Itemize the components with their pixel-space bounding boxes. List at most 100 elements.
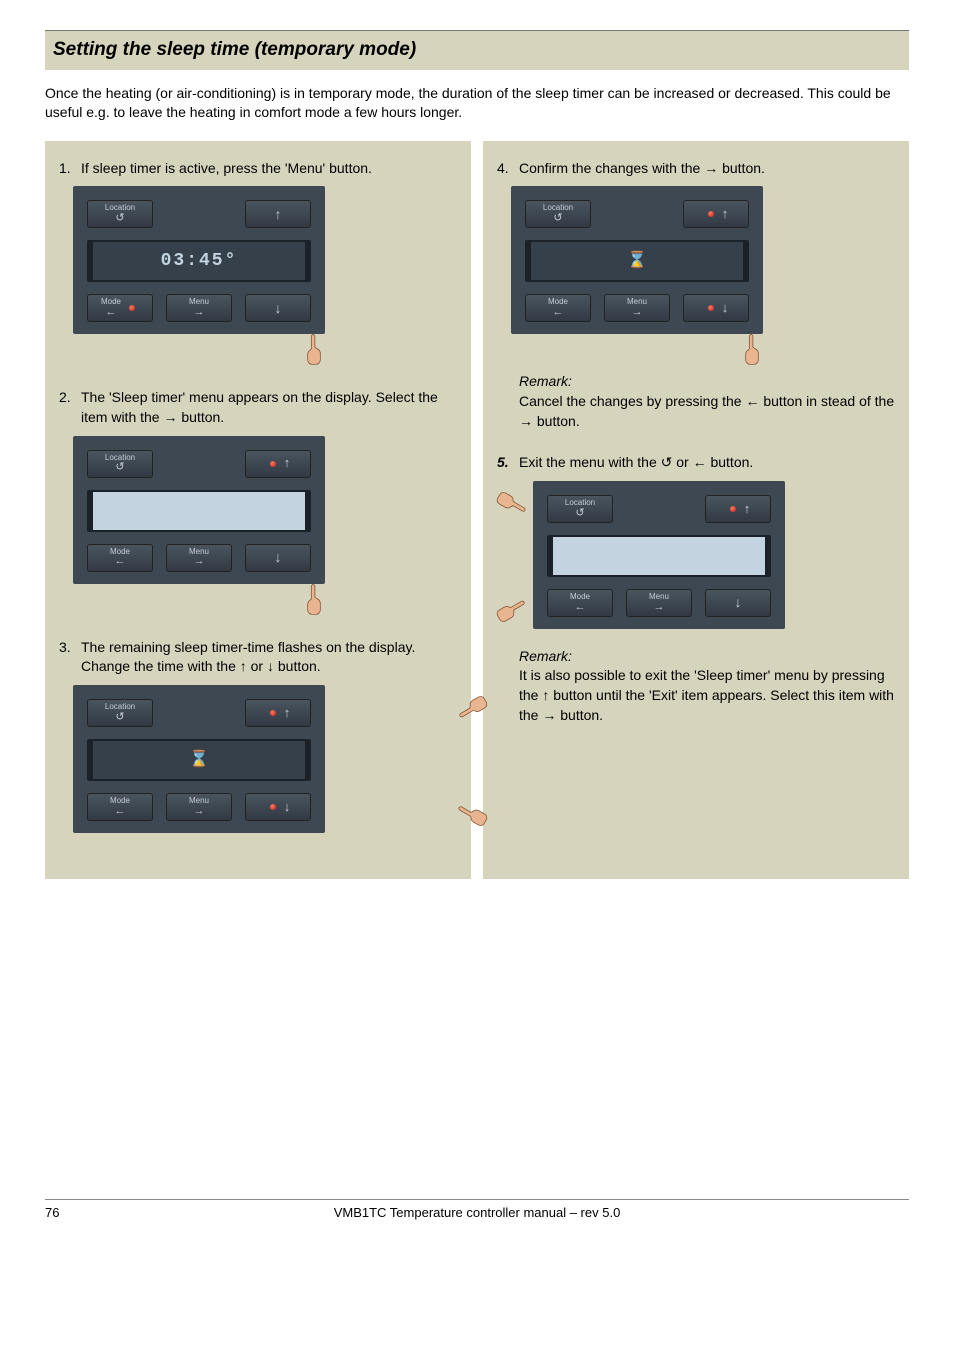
up-arrow-icon: ↑ (275, 207, 282, 222)
two-column-layout: 1. If sleep timer is active, press the '… (45, 141, 909, 879)
step-text: Confirm the changes with the → button. (519, 159, 895, 179)
down-arrow-icon: ↓ (275, 301, 282, 316)
section-title: Setting the sleep time (temporary mode) (53, 37, 901, 64)
menu-button[interactable]: Menu → (166, 793, 232, 821)
document-page: Setting the sleep time (temporary mode) … (0, 0, 954, 1242)
footer-title: VMB1TC Temperature controller manual – r… (115, 1204, 839, 1222)
right-arrow-icon: → (654, 602, 665, 613)
right-arrow-icon: → (194, 556, 205, 567)
section-title-bar: Setting the sleep time (temporary mode) (45, 30, 909, 70)
status-led-icon (270, 804, 276, 810)
pointing-hand-icon (743, 332, 761, 366)
down-button[interactable]: ↓ (683, 294, 749, 322)
up-button[interactable]: ↑ (245, 699, 311, 727)
left-arrow-icon: ← (553, 307, 564, 318)
location-button[interactable]: Location ↺ (87, 699, 153, 727)
up-arrow-icon: ↑ (744, 502, 751, 516)
hourglass-icon: ⌛ (189, 749, 209, 771)
status-led-icon (708, 211, 714, 217)
lcd-display: ⌛ (525, 240, 749, 282)
remark-label: Remark: (519, 648, 572, 664)
step-number: 5. (497, 453, 519, 473)
down-button[interactable]: ↓ (245, 544, 311, 572)
right-arrow-icon: → (194, 806, 205, 817)
location-button[interactable]: Location ↺ (87, 450, 153, 478)
right-column: 4. Confirm the changes with the → button… (483, 141, 909, 879)
pointing-hand-icon (493, 593, 531, 626)
down-arrow-icon: ↓ (284, 800, 291, 814)
step-1: 1. If sleep timer is active, press the '… (59, 159, 457, 367)
page-number: 76 (45, 1204, 115, 1222)
lcd-display: 03:45° (87, 240, 311, 282)
page-footer: 76 VMB1TC Temperature controller manual … (45, 1199, 909, 1222)
step-text: If sleep timer is active, press the 'Men… (81, 159, 457, 179)
menu-button[interactable]: Menu → (626, 589, 692, 617)
up-button[interactable]: ↑ (245, 200, 311, 228)
pointing-hand-icon (493, 487, 531, 520)
mode-button[interactable]: Mode ← (87, 294, 153, 322)
step-2: 2. The 'Sleep timer' menu appears on the… (59, 388, 457, 615)
loop-icon: ↺ (115, 213, 124, 224)
down-button[interactable]: ↓ (245, 294, 311, 322)
mode-button[interactable]: Mode ← (525, 294, 591, 322)
location-button[interactable]: Location ↺ (547, 495, 613, 523)
loop-icon: ↺ (575, 508, 584, 519)
section-intro: Once the heating (or air-conditioning) i… (45, 84, 909, 123)
status-led-icon (270, 710, 276, 716)
down-button[interactable]: ↓ (245, 793, 311, 821)
up-arrow-icon: ↑ (284, 706, 291, 720)
up-arrow-icon: ↑ (722, 207, 729, 221)
loop-icon: ↺ (115, 712, 124, 723)
up-button[interactable]: ↑ (705, 495, 771, 523)
down-arrow-icon: ↓ (275, 550, 282, 565)
location-button[interactable]: Location ↺ (87, 200, 153, 228)
up-button[interactable]: ↑ (683, 200, 749, 228)
step-3: 3. The remaining sleep timer-time flashe… (59, 638, 457, 833)
down-arrow-icon: ↓ (735, 595, 742, 610)
mode-button[interactable]: Mode ← (87, 544, 153, 572)
hourglass-icon: ⌛ (627, 250, 647, 272)
right-arrow-icon: → (632, 307, 643, 318)
step-text: Exit the menu with the ↺ or ← button. (519, 453, 895, 473)
pointing-hand-icon (305, 582, 323, 616)
status-led-icon (730, 506, 736, 512)
menu-button[interactable]: Menu → (166, 544, 232, 572)
step-number: 1. (59, 159, 81, 179)
step-4: 4. Confirm the changes with the → button… (497, 159, 895, 431)
device-panel: Location ↺ ↑ Mode (533, 481, 785, 629)
loop-icon: ↺ (553, 213, 562, 224)
left-arrow-icon: ← (575, 602, 586, 613)
remark-label: Remark: (519, 373, 572, 389)
device-panel: Location ↺ ↑ ⌛ (511, 186, 763, 334)
down-button[interactable]: ↓ (705, 589, 771, 617)
status-led-icon (129, 305, 135, 311)
location-button[interactable]: Location ↺ (525, 200, 591, 228)
remark-text: Cancel the changes by pressing the ← but… (519, 393, 894, 429)
device-panel: Location ↺ ↑ ⌛ (73, 685, 325, 833)
step-number: 2. (59, 388, 81, 427)
left-arrow-icon: ← (115, 806, 126, 817)
down-arrow-icon: ↓ (722, 301, 729, 315)
loop-icon: ↺ (115, 462, 124, 473)
device-panel: Location ↺ ↑ Mode (73, 436, 325, 584)
mode-button[interactable]: Mode ← (87, 793, 153, 821)
step-text: The 'Sleep timer' menu appears on the di… (81, 388, 457, 427)
up-button[interactable]: ↑ (245, 450, 311, 478)
lcd-display: ⌛ (87, 739, 311, 781)
left-column: 1. If sleep timer is active, press the '… (45, 141, 471, 879)
status-led-icon (270, 461, 276, 467)
mode-button[interactable]: Mode ← (547, 589, 613, 617)
step-number: 4. (497, 159, 519, 179)
status-led-icon (708, 305, 714, 311)
remark-block: Remark: It is also possible to exit the … (519, 647, 895, 725)
left-arrow-icon: ← (105, 307, 116, 318)
step-number: 3. (59, 638, 81, 677)
lcd-display (547, 535, 771, 577)
pointing-hand-icon (305, 332, 323, 366)
lcd-display (87, 490, 311, 532)
up-arrow-icon: ↑ (284, 456, 291, 470)
step-5: 5. Exit the menu with the ↺ or ← button.… (497, 453, 895, 725)
menu-button[interactable]: Menu → (604, 294, 670, 322)
menu-button[interactable]: Menu → (166, 294, 232, 322)
device-panel: Location ↺ ↑ 03:45° (73, 186, 325, 334)
